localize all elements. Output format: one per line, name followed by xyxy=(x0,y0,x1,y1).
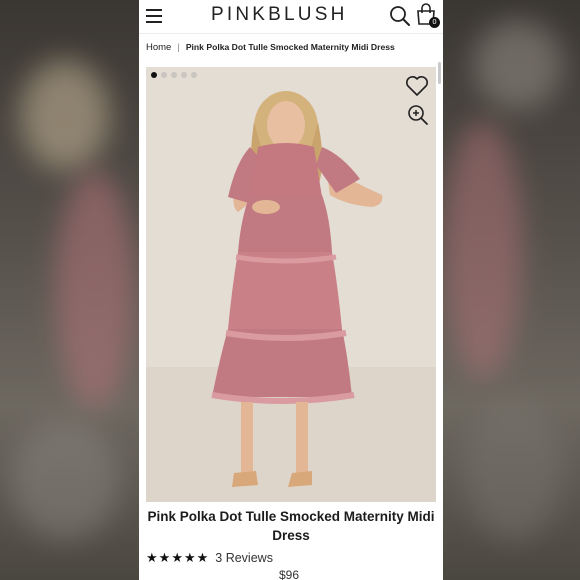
heart-icon[interactable] xyxy=(405,75,429,97)
breadcrumb-home-link[interactable]: Home xyxy=(146,42,171,53)
search-icon[interactable] xyxy=(389,5,411,27)
star-rating[interactable]: ★ ★ ★ ★ ★ xyxy=(146,550,208,566)
product-page: PINKBLUSH 0 Home | Pink Polka Dot Tulle Sm… xyxy=(139,0,443,580)
star-icon: ★ xyxy=(196,550,209,565)
gallery-dot[interactable] xyxy=(191,72,197,78)
blurred-background-right xyxy=(443,0,580,580)
gallery-dot[interactable] xyxy=(161,72,167,78)
reviews-link[interactable]: 3 Reviews xyxy=(215,551,273,565)
product-title: Pink Polka Dot Tulle Smocked Maternity M… xyxy=(139,507,443,545)
scrollbar[interactable] xyxy=(438,62,441,84)
product-title-line-1: Pink Polka Dot Tulle Smocked Maternity M… xyxy=(147,509,435,524)
gallery-dot[interactable] xyxy=(171,72,177,78)
product-rating: ★ ★ ★ ★ ★ 3 Reviews xyxy=(146,550,273,566)
breadcrumb: Home | Pink Polka Dot Tulle Smocked Matern… xyxy=(146,42,395,53)
gallery-dot[interactable] xyxy=(151,72,157,78)
site-header: PINKBLUSH 0 xyxy=(139,0,443,34)
breadcrumb-separator: | xyxy=(177,42,180,53)
hamburger-icon[interactable] xyxy=(146,9,162,23)
site-logo[interactable]: PINKBLUSH xyxy=(211,4,348,26)
product-photo xyxy=(146,67,436,502)
cart-count-badge: 0 xyxy=(429,17,440,28)
shopping-bag-icon[interactable]: 0 xyxy=(415,3,440,29)
blurred-background-left xyxy=(0,0,139,580)
gallery-dot[interactable] xyxy=(181,72,187,78)
product-title-line-2: Dress xyxy=(272,528,310,543)
product-price: $96 xyxy=(279,568,300,580)
star-icon: ★ xyxy=(171,550,183,565)
star-icon: ★ xyxy=(183,550,196,565)
product-image-gallery[interactable] xyxy=(146,67,436,502)
breadcrumb-current: Pink Polka Dot Tulle Smocked Maternity M… xyxy=(185,42,395,52)
star-icon: ★ xyxy=(146,550,158,565)
gallery-pagination-dots xyxy=(151,72,197,78)
star-icon: ★ xyxy=(158,550,171,565)
zoom-in-icon[interactable] xyxy=(407,104,429,126)
